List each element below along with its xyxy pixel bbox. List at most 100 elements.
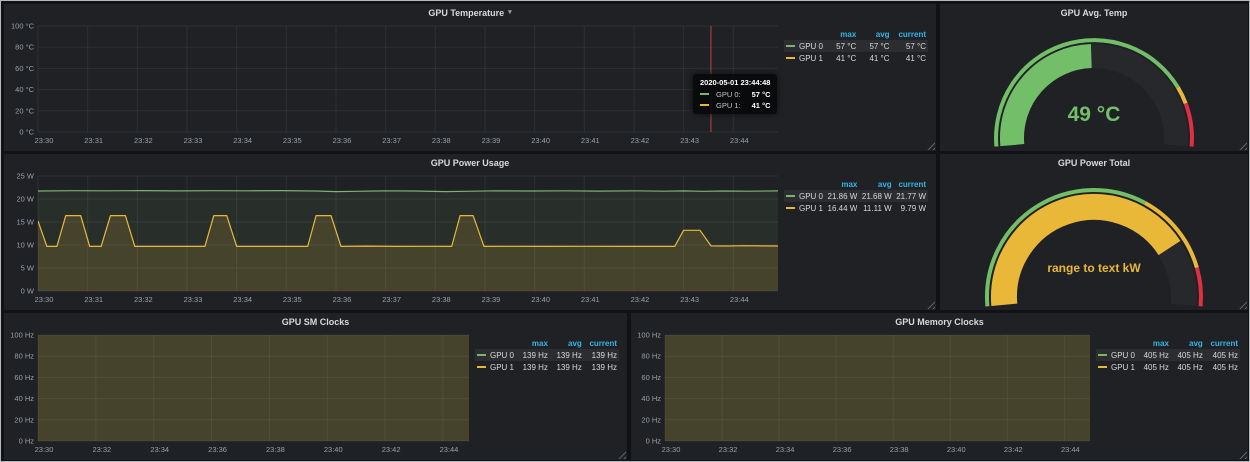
svg-text:23:44: 23:44 (730, 295, 749, 304)
tooltip-series-value: 41 °C (746, 101, 771, 110)
svg-text:23:36: 23:36 (833, 445, 852, 454)
temperature-chart[interactable]: 100 °C80 °C60 °C40 °C20 °C0 °C23:3023:31… (8, 21, 784, 148)
svg-text:23:40: 23:40 (324, 445, 343, 454)
svg-text:23:34: 23:34 (150, 445, 169, 454)
panel-title-gpu-avg-temp[interactable]: GPU Avg. Temp (940, 4, 1248, 21)
tooltip-timestamp: 2020-05-01 23:44:48 (700, 78, 770, 87)
panel-title-text: GPU Power Usage (431, 158, 510, 168)
svg-text:23:35: 23:35 (283, 295, 302, 304)
svg-text:23:38: 23:38 (432, 136, 451, 145)
tooltip-row-gpu0: GPU 0: 57 °C (700, 90, 770, 99)
svg-text:23:44: 23:44 (440, 445, 459, 454)
svg-text:23:34: 23:34 (233, 136, 252, 145)
avg-temp-gauge-area (940, 20, 1248, 150)
panel-title-gpu-temperature[interactable]: GPU Temperature ▾ (4, 4, 936, 21)
svg-text:23:36: 23:36 (333, 295, 352, 304)
series-color-dash-icon (1098, 354, 1107, 356)
sm-clocks-legend: maxavgcurrentGPU 0139 Hz139 Hz139 HzGPU … (475, 330, 625, 457)
panel-gpu-power-total: GPU Power Total range to text kW (940, 154, 1248, 310)
svg-text:23:31: 23:31 (84, 136, 103, 145)
svg-text:80 Hz: 80 Hz (14, 352, 34, 361)
svg-text:23:33: 23:33 (184, 295, 203, 304)
svg-text:23:30: 23:30 (662, 445, 681, 454)
svg-text:23:32: 23:32 (92, 445, 111, 454)
svg-text:23:34: 23:34 (776, 445, 795, 454)
svg-text:23:35: 23:35 (283, 136, 302, 145)
panel-gpu-sm-clocks: GPU SM Clocks 100 Hz80 Hz60 Hz40 Hz20 Hz… (4, 313, 627, 460)
svg-text:100 Hz: 100 Hz (10, 331, 34, 340)
svg-text:23:42: 23:42 (382, 445, 401, 454)
svg-text:23:36: 23:36 (208, 445, 227, 454)
svg-text:23:38: 23:38 (432, 295, 451, 304)
svg-text:25 W: 25 W (16, 172, 34, 181)
series-color-dash-icon (477, 366, 486, 368)
svg-text:23:41: 23:41 (581, 136, 600, 145)
svg-text:23:39: 23:39 (482, 295, 501, 304)
svg-text:100 Hz: 100 Hz (637, 331, 661, 340)
svg-text:0 Hz: 0 Hz (19, 437, 35, 446)
series-color-dash-icon (786, 57, 795, 59)
memory-clocks-legend: maxavgcurrentGPU 0405 Hz405 Hz405 HzGPU … (1096, 330, 1246, 457)
panel-title-text: GPU Memory Clocks (895, 317, 984, 327)
svg-text:60 Hz: 60 Hz (641, 373, 661, 382)
legend-table: maxavgcurrentGPU 0139 Hz139 Hz139 HzGPU … (475, 337, 619, 373)
svg-text:23:37: 23:37 (382, 136, 401, 145)
svg-text:23:30: 23:30 (35, 445, 54, 454)
sm-clocks-chart[interactable]: 100 Hz80 Hz60 Hz40 Hz20 Hz0 Hz23:3023:32… (8, 330, 475, 457)
svg-text:40 °C: 40 °C (15, 85, 34, 94)
panel-title-text: GPU Avg. Temp (1061, 8, 1128, 18)
legend-table: maxavgcurrentGPU 0405 Hz405 Hz405 HzGPU … (1096, 337, 1240, 373)
power-total-gauge (940, 170, 1248, 309)
chevron-down-icon: ▾ (508, 9, 512, 16)
svg-text:5 W: 5 W (21, 264, 35, 273)
svg-text:20 W: 20 W (16, 195, 34, 204)
series-color-dash-icon (786, 195, 795, 197)
legend-row[interactable]: GPU 1405 Hz405 Hz405 Hz (1096, 361, 1240, 373)
svg-text:60 Hz: 60 Hz (14, 373, 34, 382)
svg-text:23:42: 23:42 (631, 136, 650, 145)
series-color-dash-icon (786, 45, 795, 47)
svg-text:60 °C: 60 °C (15, 64, 34, 73)
panel-gpu-avg-temp: GPU Avg. Temp 49 °C (940, 4, 1248, 151)
legend-row[interactable]: GPU 057 °C57 °C57 °C (784, 40, 928, 52)
svg-text:0 °C: 0 °C (19, 128, 34, 137)
avg-temp-gauge (940, 20, 1248, 150)
power-total-gauge-area (940, 170, 1248, 309)
sm-clocks-graph-area: 100 Hz80 Hz60 Hz40 Hz20 Hz0 Hz23:3023:32… (8, 330, 625, 457)
svg-text:23:42: 23:42 (1004, 445, 1023, 454)
svg-text:10 W: 10 W (16, 241, 34, 250)
svg-text:20 °C: 20 °C (15, 106, 34, 115)
svg-text:20 Hz: 20 Hz (14, 415, 34, 424)
legend-row[interactable]: GPU 141 °C41 °C41 °C (784, 52, 928, 64)
legend-row[interactable]: GPU 0139 Hz139 Hz139 Hz (475, 349, 619, 361)
power-legend: maxavgcurrentGPU 021.86 W21.68 W21.77 WG… (784, 171, 934, 307)
panel-title-gpu-power-usage[interactable]: GPU Power Usage (4, 154, 936, 171)
svg-text:23:38: 23:38 (890, 445, 909, 454)
tooltip-series-name: GPU 1: (716, 101, 741, 110)
svg-text:23:38: 23:38 (266, 445, 285, 454)
panel-title-text: GPU Temperature (428, 8, 504, 18)
svg-text:15 W: 15 W (16, 218, 34, 227)
panel-title-gpu-power-total[interactable]: GPU Power Total (940, 154, 1248, 171)
svg-text:23:32: 23:32 (134, 136, 153, 145)
power-chart[interactable]: 25 W20 W15 W10 W5 W0 W23:3023:3123:3223:… (8, 171, 784, 307)
panel-title-gpu-memory-clocks[interactable]: GPU Memory Clocks (631, 313, 1248, 330)
svg-text:23:30: 23:30 (35, 136, 54, 145)
legend-row[interactable]: GPU 0405 Hz405 Hz405 Hz (1096, 349, 1240, 361)
panel-gpu-memory-clocks: GPU Memory Clocks 100 Hz80 Hz60 Hz40 Hz2… (631, 313, 1248, 460)
svg-text:0 W: 0 W (21, 287, 35, 296)
legend-row[interactable]: GPU 021.86 W21.68 W21.77 W (784, 190, 928, 202)
panel-title-gpu-sm-clocks[interactable]: GPU SM Clocks (4, 313, 627, 330)
svg-text:23:32: 23:32 (134, 295, 153, 304)
svg-text:20 Hz: 20 Hz (641, 415, 661, 424)
panel-gpu-temperature: GPU Temperature ▾ 100 °C80 °C60 °C40 °C2… (4, 4, 936, 151)
legend-row[interactable]: GPU 116.44 W11.11 W9.79 W (784, 202, 928, 214)
power-graph-area: 25 W20 W15 W10 W5 W0 W23:3023:3123:3223:… (8, 171, 934, 307)
memory-clocks-chart[interactable]: 100 Hz80 Hz60 Hz40 Hz20 Hz0 Hz23:3023:32… (635, 330, 1096, 457)
series-color-dash-icon (700, 104, 709, 106)
svg-text:23:44: 23:44 (730, 136, 749, 145)
svg-text:23:34: 23:34 (233, 295, 252, 304)
svg-text:80 °C: 80 °C (15, 43, 34, 52)
legend-row[interactable]: GPU 1139 Hz139 Hz139 Hz (475, 361, 619, 373)
series-color-dash-icon (700, 93, 709, 95)
